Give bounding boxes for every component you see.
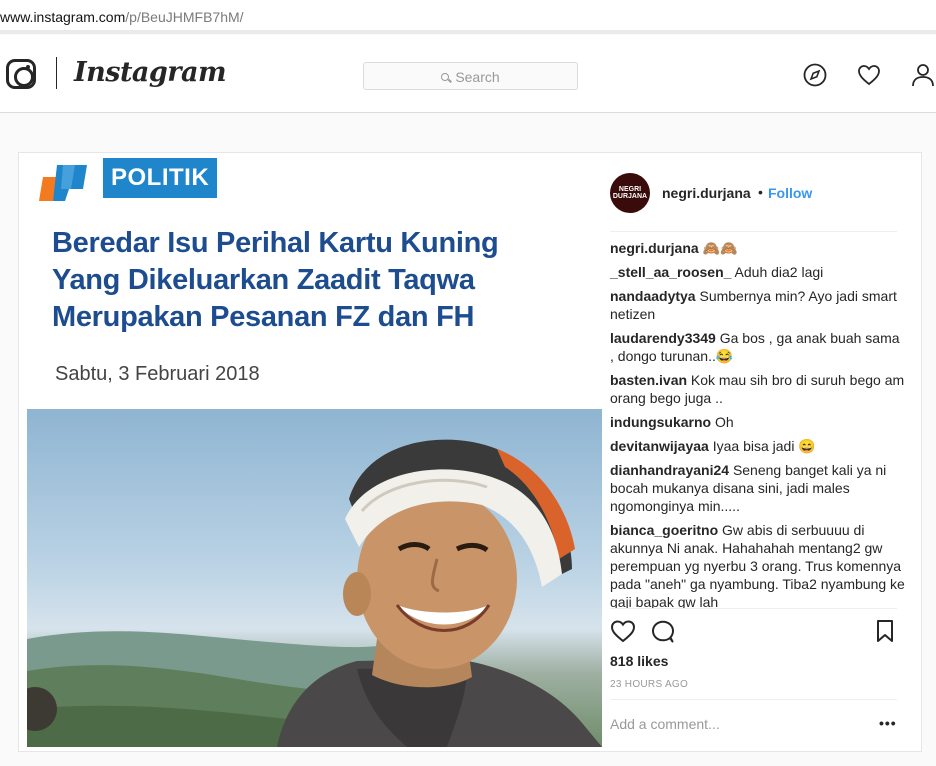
- follow-button[interactable]: Follow: [768, 185, 812, 201]
- toolbar-strip: [0, 30, 936, 34]
- url-host: www.instagram.com: [0, 9, 126, 25]
- compass-icon[interactable]: [803, 63, 827, 87]
- post-sidebar: NEGRI DURJANA negri.durjana • Follow neg…: [610, 153, 923, 753]
- logo-divider: [56, 57, 57, 89]
- avatar-text: NEGRI DURJANA: [612, 186, 648, 200]
- comment-text: 🙈🙈: [702, 240, 738, 256]
- comment-item: negri.durjana 🙈🙈: [610, 239, 905, 257]
- comment-item: basten.ivan Kok mau sih bro di suruh beg…: [610, 371, 905, 407]
- comment-username[interactable]: negri.durjana: [610, 240, 699, 256]
- address-bar[interactable]: www.instagram.com/p/BeuJHMFB7hM/: [0, 0, 936, 34]
- more-options-button[interactable]: •••: [879, 715, 897, 731]
- comment-username[interactable]: bianca_goeritno: [610, 522, 718, 538]
- add-comment-input[interactable]: Add a comment...: [610, 716, 720, 732]
- likes-count[interactable]: 818 likes: [610, 653, 668, 669]
- comment-item: _stell_aa_roosen_ Aduh dia2 lagi: [610, 263, 905, 281]
- post-author: NEGRI DURJANA negri.durjana • Follow: [610, 173, 897, 217]
- heart-icon[interactable]: [857, 63, 881, 87]
- person-icon[interactable]: [911, 63, 936, 87]
- post-card: POLITIK Beredar Isu Perihal Kartu Kuning…: [18, 152, 922, 752]
- instagram-header: Instagram Search: [0, 35, 936, 113]
- divider: [610, 699, 897, 700]
- divider: [610, 231, 897, 232]
- comment-username[interactable]: basten.ivan: [610, 372, 687, 388]
- post-timestamp[interactable]: 23 HOURS AGO: [610, 679, 688, 690]
- comment-text: Iyaa bisa jadi 😄: [712, 438, 816, 454]
- headline-line: Yang Dikeluarkan Zaadit Taqwa: [52, 264, 475, 296]
- comment-username[interactable]: indungsukarno: [610, 414, 711, 430]
- like-heart-icon[interactable]: [610, 619, 636, 648]
- news-logo-icon: [39, 165, 87, 201]
- instagram-wordmark[interactable]: Instagram: [74, 57, 227, 88]
- comment-username[interactable]: nandaadytya: [610, 288, 696, 304]
- url-path: /p/BeuJHMFB7hM/: [125, 9, 244, 25]
- divider: [610, 608, 897, 609]
- bookmark-icon[interactable]: [874, 619, 896, 648]
- comment-list[interactable]: negri.durjana 🙈🙈 _stell_aa_roosen_ Aduh d…: [610, 239, 905, 609]
- post-actions: [610, 619, 897, 647]
- search-input[interactable]: Search: [363, 62, 578, 90]
- comment-item: bianca_goeritno Gw abis di serbuuuu di a…: [610, 521, 905, 609]
- comment-item: laudarendy3349 Ga bos , ga anak buah sam…: [610, 329, 905, 365]
- comment-username[interactable]: _stell_aa_roosen_: [610, 264, 731, 280]
- headline: Beredar Isu Perihal Kartu Kuning Yang Di…: [52, 225, 592, 336]
- avatar[interactable]: NEGRI DURJANA: [610, 173, 650, 213]
- comment-item: dianhandrayani24 Seneng banget kali ya n…: [610, 461, 905, 515]
- headline-line: Merupakan Pesanan FZ dan FH: [52, 301, 475, 333]
- comment-username[interactable]: devitanwijayaa: [610, 438, 709, 454]
- comment-text: Oh: [715, 414, 734, 430]
- instagram-glyph-icon[interactable]: [6, 59, 36, 89]
- comment-item: indungsukarno Oh: [610, 413, 905, 431]
- comment-username[interactable]: laudarendy3349: [610, 330, 716, 346]
- comment-text: Aduh dia2 lagi: [734, 264, 824, 280]
- headline-line: Beredar Isu Perihal Kartu Kuning: [52, 227, 499, 259]
- comment-item: devitanwijayaa Iyaa bisa jadi 😄: [610, 437, 905, 455]
- author-username[interactable]: negri.durjana: [662, 185, 751, 201]
- separator-dot: •: [758, 184, 763, 200]
- url-text[interactable]: www.instagram.com/p/BeuJHMFB7hM/: [0, 9, 244, 25]
- comment-item: nandaadytya Sumbernya min? Ayo jadi smar…: [610, 287, 905, 323]
- post-image[interactable]: POLITIK Beredar Isu Perihal Kartu Kuning…: [27, 155, 602, 747]
- search-icon: [441, 73, 450, 81]
- category-tag: POLITIK: [103, 158, 218, 198]
- search-placeholder: Search: [455, 69, 500, 85]
- comment-bubble-icon[interactable]: [650, 619, 676, 648]
- person-photo: [27, 409, 602, 747]
- article-date: Sabtu, 3 Februari 2018: [55, 363, 260, 385]
- comment-username[interactable]: dianhandrayani24: [610, 462, 729, 478]
